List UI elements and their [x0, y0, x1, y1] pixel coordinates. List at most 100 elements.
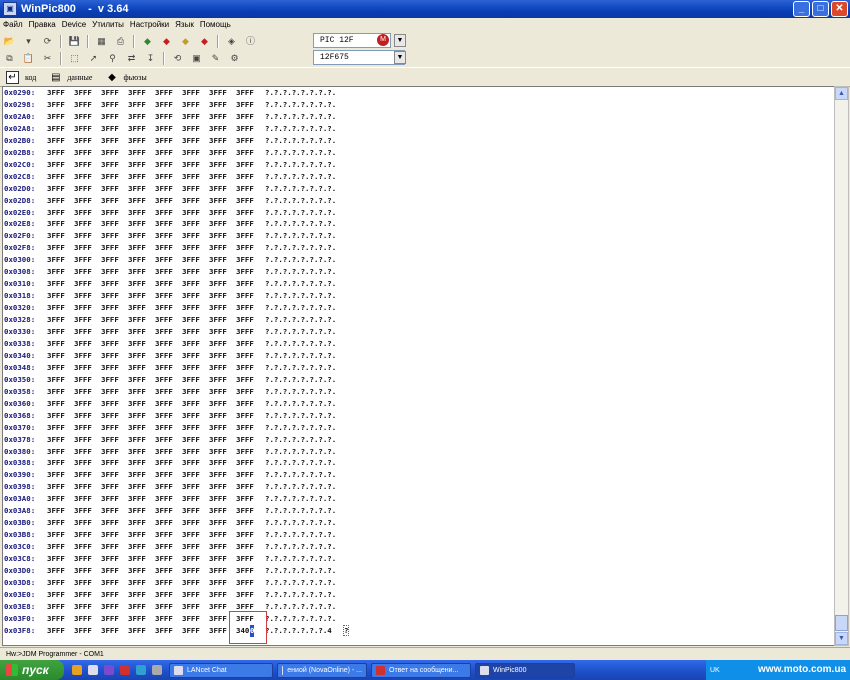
memory-row[interactable]: 0x02B0: 3FFF 3FFF 3FFF 3FFF 3FFF 3FFF 3FFF 3FFF?… [3, 135, 823, 147]
memory-row[interactable]: 0x0320: 3FFF 3FFF 3FFF 3FFF 3FFF 3FFF 3FFF 3FFF?… [3, 302, 823, 314]
word-cell[interactable]: 3FFF [101, 242, 119, 254]
word-cell[interactable]: 3FFF [74, 362, 92, 374]
word-cell[interactable]: 3FFF [47, 398, 65, 410]
word-cell[interactable]: 3FFF [182, 541, 200, 553]
word-cell[interactable]: 3FFF [155, 481, 173, 493]
word-cell[interactable]: 3FFF [155, 87, 173, 99]
word-cell[interactable]: 3FFF [236, 242, 254, 254]
memory-row[interactable]: 0x0378: 3FFF 3FFF 3FFF 3FFF 3FFF 3FFF 3FFF 3FFF?… [3, 434, 823, 446]
word-cell[interactable]: 3FFF [209, 230, 227, 242]
word-cell[interactable]: 3FFF [101, 565, 119, 577]
word-cell[interactable]: 3FFF [209, 326, 227, 338]
memory-row[interactable]: 0x03C8: 3FFF 3FFF 3FFF 3FFF 3FFF 3FFF 3FFF 3FFF?… [3, 553, 823, 565]
select-icon[interactable]: ⬚ [68, 52, 81, 65]
memory-row[interactable]: 0x0308: 3FFF 3FFF 3FFF 3FFF 3FFF 3FFF 3FFF 3FFF?… [3, 266, 823, 278]
word-cell[interactable]: 3FFF [74, 195, 92, 207]
memory-row[interactable]: 0x0340: 3FFF 3FFF 3FFF 3FFF 3FFF 3FFF 3FFF 3FFF?… [3, 350, 823, 362]
memory-row[interactable]: 0x0368: 3FFF 3FFF 3FFF 3FFF 3FFF 3FFF 3FFF 3FFF?… [3, 410, 823, 422]
word-cell[interactable]: 3FFF [236, 207, 254, 219]
memory-row[interactable]: 0x02D8: 3FFF 3FFF 3FFF 3FFF 3FFF 3FFF 3FFF 3FFF?… [3, 195, 823, 207]
word-cell[interactable]: 3FFF [74, 171, 92, 183]
word-cell[interactable]: 3FFF [47, 529, 65, 541]
menu-help[interactable]: Помощь [197, 20, 234, 29]
word-cell[interactable]: 3FFF [182, 577, 200, 589]
minimize-button[interactable]: _ [793, 1, 810, 17]
word-cell[interactable]: 3FFF [236, 338, 254, 350]
word-cell[interactable]: 3FFF [74, 338, 92, 350]
memory-row[interactable]: 0x0388: 3FFF 3FFF 3FFF 3FFF 3FFF 3FFF 3FFF 3FFF?… [3, 457, 823, 469]
word-cell[interactable]: 3FFF [155, 541, 173, 553]
word-cell[interactable]: 3FFF [74, 457, 92, 469]
word-cell[interactable]: 3FFF [74, 159, 92, 171]
word-cell[interactable]: 3FFF [209, 195, 227, 207]
word-cell[interactable]: 3FFF [209, 207, 227, 219]
detect-device-icon[interactable]: ◈ [225, 35, 238, 48]
word-cell[interactable]: 3FFF [182, 314, 200, 326]
word-cell[interactable]: 3FFF [155, 171, 173, 183]
word-cell[interactable]: 3FFF [74, 87, 92, 99]
word-cell[interactable]: 3FFF [236, 422, 254, 434]
word-cell[interactable]: 3FFF [182, 493, 200, 505]
memory-row[interactable]: 0x03F0: 3FFF 3FFF 3FFF 3FFF 3FFF 3FFF 3FFF 3FFF?… [3, 613, 823, 625]
word-cell[interactable]: 3FFF [74, 290, 92, 302]
word-cell[interactable]: 3FFF [236, 230, 254, 242]
word-cell[interactable]: 3FFF [209, 398, 227, 410]
word-cell[interactable]: 3FFF [47, 123, 65, 135]
word-cell[interactable]: 3FFF [128, 147, 146, 159]
word-cell[interactable]: 3FFF [236, 302, 254, 314]
word-cell[interactable]: 3FFF [74, 541, 92, 553]
word-cell[interactable]: 3FFF [236, 195, 254, 207]
word-cell[interactable]: 3FFF [74, 111, 92, 123]
word-cell[interactable]: 3FFF [74, 553, 92, 565]
word-cell[interactable]: 3FFF [209, 350, 227, 362]
word-cell[interactable]: 3FFF [74, 135, 92, 147]
word-cell[interactable]: 3FFF [155, 326, 173, 338]
word-cell[interactable]: 3FFF [128, 553, 146, 565]
word-cell[interactable]: 3FFF [101, 481, 119, 493]
word-cell[interactable]: 3FFF [128, 565, 146, 577]
word-cell[interactable]: 3FFF [74, 350, 92, 362]
word-cell[interactable]: 3FFF [236, 505, 254, 517]
menu-device[interactable]: Device [59, 20, 89, 29]
word-cell[interactable]: 3FFF [47, 481, 65, 493]
erase-icon[interactable]: ◆ [198, 35, 211, 48]
word-cell[interactable]: 3FFF [155, 601, 173, 613]
word-cell[interactable]: 3FFF [47, 362, 65, 374]
word-cell[interactable]: 3FFF [101, 362, 119, 374]
word-cell[interactable]: 3FFF [155, 278, 173, 290]
word-cell[interactable]: 3FFF [47, 517, 65, 529]
word-cell[interactable]: 3FFF [236, 218, 254, 230]
word-cell[interactable]: 3FFF [101, 589, 119, 601]
word-cell[interactable]: 3FFF [128, 469, 146, 481]
word-cell[interactable]: 3FFF [182, 398, 200, 410]
dropdown-arrow-icon[interactable]: ▾ [22, 35, 35, 48]
word-cell[interactable]: 3FFF [128, 613, 146, 625]
word-cell[interactable]: 3FFF [236, 410, 254, 422]
word-cell[interactable]: 3FFF [128, 541, 146, 553]
word-cell[interactable]: 3FFF [74, 254, 92, 266]
word-cell[interactable]: 3FFF [155, 386, 173, 398]
word-cell[interactable]: 3FFF [101, 374, 119, 386]
word-cell[interactable]: 3FFF [236, 469, 254, 481]
word-cell[interactable]: 3FFF [182, 266, 200, 278]
word-cell[interactable]: 3FFF [182, 87, 200, 99]
word-cell[interactable]: 3FFF [101, 159, 119, 171]
word-cell[interactable]: 3FFF [155, 410, 173, 422]
word-cell[interactable]: 3FFF [47, 278, 65, 290]
word-cell[interactable]: 3FFF [182, 207, 200, 219]
memory-row[interactable]: 0x03A8: 3FFF 3FFF 3FFF 3FFF 3FFF 3FFF 3FFF 3FFF?… [3, 505, 823, 517]
word-cell[interactable]: 3FFF [209, 87, 227, 99]
word-cell[interactable]: 3FFF [209, 99, 227, 111]
word-cell[interactable]: 3FFF [101, 135, 119, 147]
word-cell[interactable]: 3FFF [47, 195, 65, 207]
word-cell[interactable]: 3FFF [236, 350, 254, 362]
word-cell[interactable]: 3FFF [236, 135, 254, 147]
word-cell[interactable]: 3FFF [182, 469, 200, 481]
word-cell[interactable]: 3FFF [209, 242, 227, 254]
reload-icon[interactable]: ⟳ [41, 35, 54, 48]
word-cell[interactable]: 3FFF [209, 147, 227, 159]
memory-row[interactable]: 0x03B8: 3FFF 3FFF 3FFF 3FFF 3FFF 3FFF 3FFF 3FFF?… [3, 529, 823, 541]
memory-row[interactable]: 0x0380: 3FFF 3FFF 3FFF 3FFF 3FFF 3FFF 3FFF 3FFF?… [3, 446, 823, 458]
word-cell[interactable]: 3FFF [101, 147, 119, 159]
word-cell[interactable]: 3FFF [47, 350, 65, 362]
